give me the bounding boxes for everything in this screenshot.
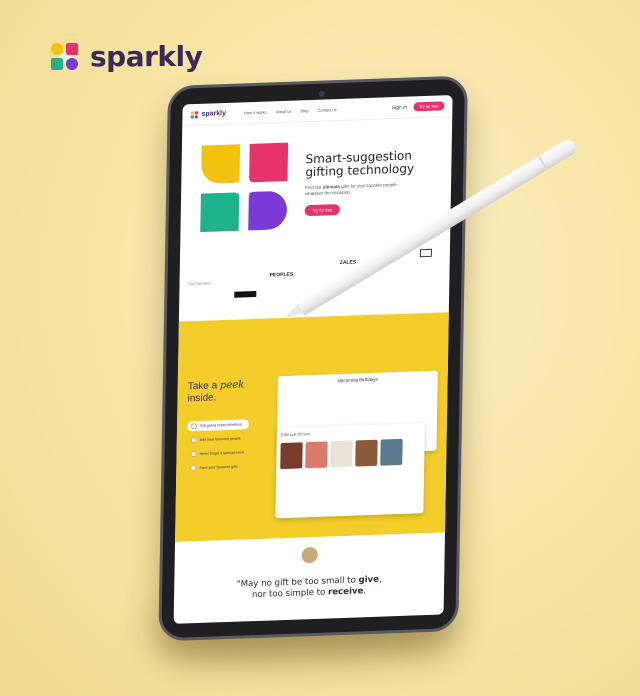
nav-actions: Sign in Try for free — [392, 101, 445, 112]
brand-header: sparkly — [50, 40, 203, 73]
gift-row — [280, 438, 420, 470]
tablet-screen: sparkly How it works About us Blog Conta… — [173, 95, 453, 624]
feature-item-2[interactable]: Add your favourite people — [187, 433, 249, 445]
hero-sub-emph: ultimate — [322, 184, 340, 190]
nav-logo[interactable]: sparkly — [190, 109, 227, 119]
people-icon — [190, 437, 197, 444]
hero-title: Smart-suggestion gifting technology — [305, 148, 443, 179]
feature-label-1: Gift-giving made effortless — [200, 422, 242, 428]
quote-line2-emph: receive — [327, 586, 364, 598]
feature-item-4[interactable]: Save your favourite gifts — [186, 461, 248, 473]
mock-gifts-title: Gifts just for you — [280, 431, 310, 438]
partner-logo-zales: ZALES — [339, 259, 357, 267]
sparkly-logo-icon — [51, 42, 78, 70]
feature-list: Gift-giving made effortless Add your fav… — [186, 419, 249, 473]
calendar-icon — [190, 451, 197, 458]
tablet-frame: sparkly How it works About us Blog Conta… — [158, 75, 468, 642]
feature-label-4: Save your favourite gifts — [199, 464, 238, 470]
feature-label-2: Add your favourite people — [199, 436, 241, 442]
peek-line1-pre: Take a — [187, 380, 221, 393]
gift-thumbnail[interactable] — [355, 439, 378, 467]
app-mockup-gifts: Gifts just for you — [275, 423, 425, 519]
nav-link-contact-us[interactable]: Contact us — [317, 107, 336, 113]
nav-logo-text: sparkly — [201, 109, 227, 118]
partners-label: Our Partners — [187, 280, 211, 287]
peek-section: Take a peek inside. Gift-giving made eff… — [175, 312, 449, 542]
hero-subtitle: Find the ultimate gifts for your favorit… — [305, 180, 443, 197]
avatar — [301, 546, 318, 564]
hero-art — [188, 137, 300, 237]
hero-copy: Smart-suggestion gifting technology Find… — [299, 148, 444, 217]
feature-item-1[interactable]: Gift-giving made effortless — [186, 419, 249, 432]
gift-thumbnail[interactable] — [380, 438, 403, 466]
tablet: sparkly How it works About us Blog Conta… — [158, 75, 468, 642]
partner-logo-peoples: PEOPLES — [269, 271, 294, 279]
nav-links: How it works About us Blog Contact us — [244, 107, 337, 115]
sign-in-link[interactable]: Sign in — [392, 104, 407, 111]
feature-item-3[interactable]: Never forget a special event — [186, 447, 248, 459]
peek-line2: inside. — [187, 392, 217, 405]
partners-section: Our Partners ZALES belk PEOPLES — [179, 242, 450, 321]
hero-try-free-button[interactable]: Try for free — [304, 203, 341, 217]
heart-icon — [190, 465, 197, 472]
quote-line2-post: . — [363, 586, 367, 597]
sparkly-small-logo-icon — [190, 110, 199, 119]
partner-logo-dark — [234, 290, 257, 298]
hero-sub-post: gifts for your favorite people, — [339, 181, 398, 190]
gift-icon — [190, 423, 198, 430]
quote-line2-pre: nor too simple to — [251, 587, 329, 601]
nav-link-how-it-works[interactable]: How it works — [244, 110, 267, 116]
quote-text: "May no gift be too small to give, nor t… — [174, 572, 444, 603]
gift-thumbnail[interactable] — [305, 441, 328, 469]
hero-logo-icon — [200, 142, 289, 232]
peek-title: Take a peek inside. — [187, 379, 244, 405]
gift-thumbnail[interactable] — [280, 442, 303, 470]
partner-logo-badge — [419, 248, 432, 258]
feature-label-3: Never forget a special event — [199, 450, 245, 456]
nav-link-about-us[interactable]: About us — [276, 109, 292, 115]
quote-section: "May no gift be too small to give, nor t… — [174, 532, 445, 623]
nav-link-blog[interactable]: Blog — [300, 108, 308, 113]
hero-sub-pre: Find the — [305, 184, 323, 191]
quote-line1-post: , — [378, 574, 382, 585]
camera-icon — [318, 90, 325, 97]
quote-line1-emph: give — [358, 574, 380, 586]
hero-title-line-2: gifting technology — [305, 161, 415, 180]
nav-try-free-button[interactable]: Try for free — [412, 101, 445, 112]
brand-name: sparkly — [90, 40, 203, 73]
hero-sub-line-2: whatever the occasion. — [304, 189, 352, 197]
mock-upcoming-title: Upcoming Birthdays — [337, 376, 378, 384]
gift-thumbnail[interactable] — [330, 440, 353, 468]
peek-line1-emph: peek — [219, 379, 245, 392]
